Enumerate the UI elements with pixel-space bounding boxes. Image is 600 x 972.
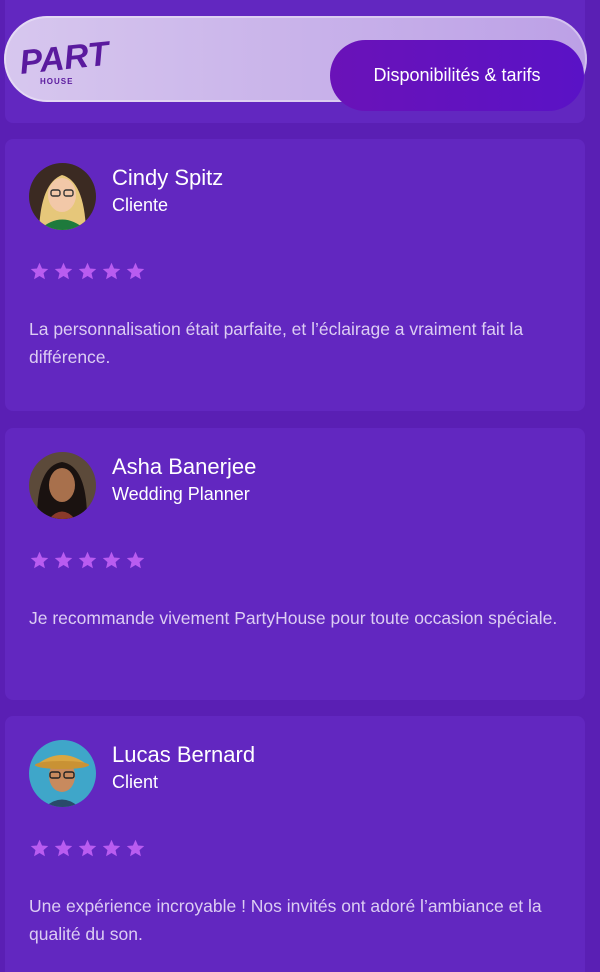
star-icon: [78, 839, 97, 857]
star-icon: [78, 551, 97, 569]
star-icon: [78, 262, 97, 280]
star-icon: [30, 262, 49, 280]
star-icon: [30, 839, 49, 857]
availability-pricing-button[interactable]: Disponibilités & tarifs: [330, 40, 584, 111]
review-text: Une expérience incroyable ! Nos invités …: [29, 896, 542, 944]
star-icon: [54, 551, 73, 569]
star-icon: [54, 262, 73, 280]
party-house-logo[interactable]: PARTY HOUSE: [18, 34, 110, 90]
avatar: [29, 740, 96, 807]
star-icon: [102, 839, 121, 857]
svg-text:PARTY: PARTY: [18, 34, 110, 82]
reviewer-role: Wedding Planner: [112, 484, 250, 504]
testimonial-card: Lucas Bernard Client Une expérience incr…: [5, 716, 585, 972]
star-icon: [30, 551, 49, 569]
star-icon: [102, 551, 121, 569]
reviewer-name: Lucas Bernard: [112, 742, 256, 767]
avatar: [29, 163, 96, 230]
review-text: La personnalisation était parfaite, et l…: [29, 319, 524, 367]
reviewer-role: Client: [112, 772, 159, 792]
star-icon: [126, 262, 145, 280]
review-text: Je recommande vivement PartyHouse pour t…: [29, 608, 558, 628]
rating-stars: [29, 838, 146, 860]
star-icon: [126, 839, 145, 857]
rating-stars: [29, 550, 146, 572]
star-icon: [54, 839, 73, 857]
svg-text:HOUSE: HOUSE: [40, 77, 73, 86]
reviewer-role: Cliente: [112, 195, 169, 215]
testimonial-card: Cindy Spitz Cliente La personnalisation …: [5, 139, 585, 411]
header-bar: PARTY HOUSE Disponibilités & tarifs: [4, 16, 587, 111]
reviewer-name: Cindy Spitz: [112, 165, 224, 190]
avatar: [29, 452, 96, 519]
rating-stars: [29, 261, 146, 283]
star-icon: [102, 262, 121, 280]
page: PARTY HOUSE Disponibilités & tarifs Cind…: [0, 0, 600, 972]
star-icon: [126, 551, 145, 569]
testimonial-card: Asha Banerjee Wedding Planner Je recomma…: [5, 428, 585, 700]
reviewer-name: Asha Banerjee: [112, 454, 257, 479]
